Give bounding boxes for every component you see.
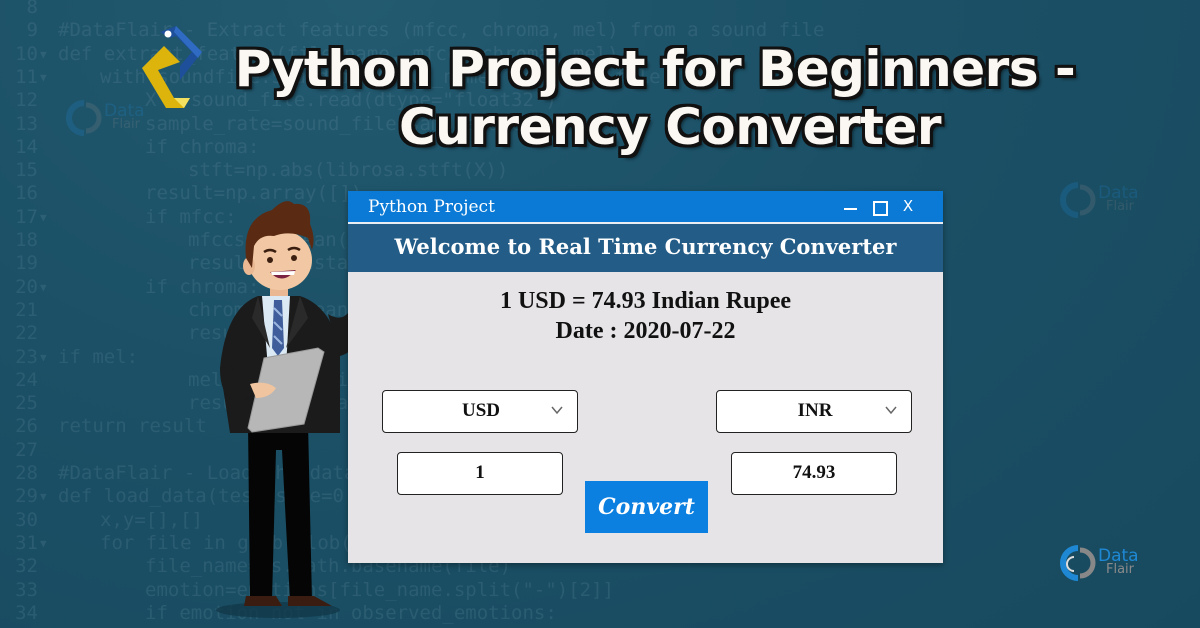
line-number: 19 <box>15 252 38 275</box>
line-number: 31 <box>15 531 38 554</box>
dataflair-watermark: Data Flair <box>1060 182 1139 218</box>
line-number: 27 <box>15 438 38 461</box>
close-button[interactable]: X <box>893 191 923 222</box>
watermark-text-bottom: Flair <box>112 117 141 132</box>
to-currency-value: INR <box>797 400 833 421</box>
title-line-2: Currency Converter <box>398 98 942 156</box>
dataflair-logo-icon <box>66 100 102 136</box>
window-title: Python Project <box>368 197 495 217</box>
dataflair-watermark: Data Flair <box>66 100 145 136</box>
line-number: 16 <box>15 182 38 205</box>
app-window: Python Project X Welcome to Real Time Cu… <box>348 191 943 563</box>
watermark-text-top: Data <box>1098 183 1139 203</box>
dataflair-logo: Data Flair <box>1060 545 1139 581</box>
line-number: 34 <box>15 601 38 624</box>
rate-date-label: Date : 2020-07-22 <box>555 318 736 344</box>
minimize-button[interactable] <box>836 191 866 222</box>
fold-arrow-icon: ▼ <box>40 350 47 364</box>
from-currency-value: USD <box>461 400 500 421</box>
line-number: 10 <box>15 42 38 65</box>
line-number: 21 <box>15 298 38 321</box>
line-number: 32 <box>15 555 38 578</box>
line-number: 9 <box>26 19 38 42</box>
code-text: stft=np.abs(librosa.stft(X)) <box>188 159 509 182</box>
code-text: x,y=[],[] <box>100 508 203 531</box>
line-number: 13 <box>15 112 38 135</box>
watermark-text-bottom: Flair <box>1106 562 1135 577</box>
line-number: 17 <box>15 205 38 228</box>
line-number: 29 <box>15 485 38 508</box>
dataflair-logo-icon <box>1060 545 1096 581</box>
line-number: 33 <box>15 578 38 601</box>
line-number: 8 <box>26 0 38 18</box>
line-number: 22 <box>15 322 38 345</box>
fold-arrow-icon: ▼ <box>40 536 47 550</box>
maximize-button[interactable] <box>864 191 894 222</box>
line-number: 23 <box>15 345 38 368</box>
page-title: Python Project for Beginners - Currency … <box>230 40 1080 156</box>
line-number: 25 <box>15 392 38 415</box>
fold-arrow-icon: ▼ <box>40 70 47 84</box>
line-number: 30 <box>15 508 38 531</box>
line-number: 11 <box>15 65 38 88</box>
python-logo-icon <box>142 26 202 108</box>
line-number: 18 <box>15 229 38 251</box>
line-number: 15 <box>15 159 38 182</box>
line-number: 12 <box>15 89 38 112</box>
line-number: 20 <box>15 275 38 298</box>
watermark-text-top: Data <box>104 101 145 121</box>
fold-arrow-icon: ▼ <box>40 210 47 224</box>
welcome-header: Welcome to Real Time Currency Converter <box>348 224 943 272</box>
code-text: return result <box>58 415 207 438</box>
title-line-1: Python Project for Beginners - <box>234 40 1076 98</box>
fold-arrow-icon: ▼ <box>40 47 47 61</box>
amount-input[interactable]: 1 <box>397 452 563 495</box>
convert-button[interactable]: Convert <box>585 481 708 533</box>
to-currency-dropdown[interactable]: INR <box>716 390 912 433</box>
line-number: 26 <box>15 415 38 438</box>
from-currency-dropdown[interactable]: USD <box>382 390 578 433</box>
converted-amount-field[interactable]: 74.93 <box>731 452 897 495</box>
dataflair-logo-icon <box>1060 182 1096 218</box>
watermark-text-bottom: Flair <box>1106 199 1135 214</box>
code-text: if mel: <box>58 345 139 368</box>
line-number: 14 <box>15 135 38 158</box>
line-number: 24 <box>15 368 38 391</box>
window-titlebar[interactable]: Python Project X <box>348 191 943 224</box>
chevron-down-icon <box>885 406 897 415</box>
chevron-down-icon <box>551 406 563 415</box>
line-number: 28 <box>15 462 38 484</box>
watermark-text-top: Data <box>1098 546 1139 566</box>
fold-arrow-icon: ▼ <box>40 490 47 504</box>
exchange-rate-label: 1 USD = 74.93 Indian Rupee <box>499 288 792 314</box>
fold-arrow-icon: ▼ <box>40 280 47 294</box>
